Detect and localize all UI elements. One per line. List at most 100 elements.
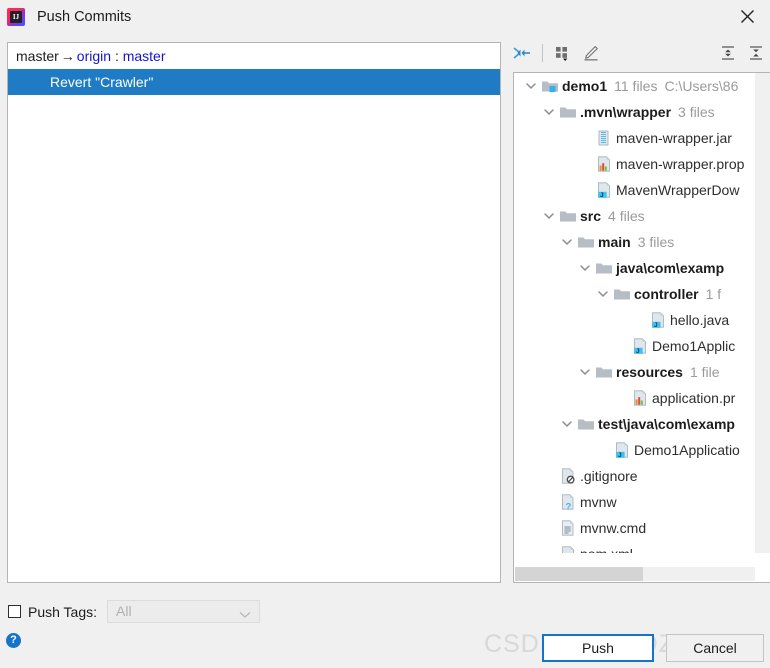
folder-icon xyxy=(594,362,614,382)
tree-node-label: .mvn\wrapper xyxy=(580,104,672,120)
svg-text:J: J xyxy=(654,322,658,329)
tree-node-label: mvnw xyxy=(580,494,617,510)
tree-node-file-count: 11 files xyxy=(614,78,658,94)
push-tags-checkbox[interactable] xyxy=(8,605,21,618)
tree-row[interactable]: J MavenWrapperDow xyxy=(514,177,770,203)
tree-vertical-scrollbar[interactable] xyxy=(755,73,770,553)
branch-separator: : xyxy=(114,48,119,64)
tree-node-label: .gitignore xyxy=(580,468,638,484)
chevron-down-icon[interactable] xyxy=(558,411,576,437)
chevron-down-icon[interactable] xyxy=(576,359,594,385)
edit-icon[interactable] xyxy=(577,40,605,66)
tree-node-label: maven-wrapper.prop xyxy=(616,156,745,172)
svg-text:?: ? xyxy=(566,501,572,511)
folder-icon xyxy=(576,232,596,252)
folder-icon xyxy=(558,102,578,122)
tree-row[interactable]: maven-wrapper.prop xyxy=(514,151,770,177)
tree-node-file-count: 1 f xyxy=(705,286,722,302)
tree-row[interactable]: main 3 files xyxy=(514,229,770,255)
text-file-icon xyxy=(558,518,578,538)
chevron-down-icon[interactable] xyxy=(594,281,612,307)
push-tags-select-value: All xyxy=(116,603,132,619)
tree-row[interactable]: mvnw.cmd xyxy=(514,515,770,541)
tree-node-label: demo1 xyxy=(562,78,608,94)
changed-files-side: demo1 11 files C:\Users\86 .mvn\wrapper 3 fi… xyxy=(508,33,770,586)
collapse-all-icon[interactable] xyxy=(742,40,770,66)
branch-header-row[interactable]: master → origin : master xyxy=(8,43,500,69)
tree-node-file-count: 4 files xyxy=(608,208,645,224)
tree-row[interactable]: demo1 11 files C:\Users\86 xyxy=(514,73,770,99)
folder-icon xyxy=(576,414,596,434)
java-file-icon: J xyxy=(594,180,614,200)
tree-row[interactable]: resources 1 file xyxy=(514,359,770,385)
cancel-button[interactable]: Cancel xyxy=(666,634,764,662)
tree-horizontal-scrollbar[interactable] xyxy=(514,565,770,582)
h-scroll-track[interactable] xyxy=(515,567,755,581)
tree-node-path: C:\Users\86 xyxy=(664,78,739,94)
tree-node-label: MavenWrapperDow xyxy=(616,182,740,198)
changed-files-tree-panel[interactable]: demo1 11 files C:\Users\86 .mvn\wrapper 3 fi… xyxy=(513,72,770,583)
java-file-icon: J xyxy=(612,440,632,460)
commit-list-panel[interactable]: master → origin : master Revert "Crawler" xyxy=(7,42,501,583)
push-button[interactable]: Push xyxy=(542,634,654,662)
tree-row[interactable]: maven-wrapper.jar xyxy=(514,125,770,151)
tree-node-label: mvnw.cmd xyxy=(580,520,647,536)
tree-row[interactable]: J Demo1Applicatio xyxy=(514,437,770,463)
toolbar-divider xyxy=(542,44,543,62)
chevron-down-icon[interactable] xyxy=(576,255,594,281)
tree-row[interactable]: application.pr xyxy=(514,385,770,411)
folder-icon xyxy=(558,206,578,226)
chevron-down-icon xyxy=(239,607,251,622)
h-scroll-thumb[interactable] xyxy=(515,567,643,581)
tree-node-label: java\com\examp xyxy=(616,260,725,276)
help-icon[interactable]: ? xyxy=(6,633,21,648)
tree-row[interactable]: <>pom.xml xyxy=(514,541,770,553)
intellij-idea-icon: IJ xyxy=(7,7,25,26)
chevron-down-icon[interactable] xyxy=(558,229,576,255)
tree-row[interactable]: ? mvnw xyxy=(514,489,770,515)
tree-row[interactable]: J Demo1Applic xyxy=(514,333,770,359)
tree-row[interactable]: java\com\examp xyxy=(514,255,770,281)
commit-list-item[interactable]: Revert "Crawler" xyxy=(8,69,500,95)
collapse-expand-icon[interactable] xyxy=(508,40,536,66)
tree-rows-container: demo1 11 files C:\Users\86 .mvn\wrapper 3 fi… xyxy=(514,73,770,553)
expand-all-icon[interactable] xyxy=(714,40,742,66)
dialog-footer: Push Tags: All ? xyxy=(0,586,770,668)
tree-node-label: Demo1Applic xyxy=(652,338,736,354)
xml-file-icon: <> xyxy=(558,544,578,553)
tree-node-file-count: 3 files xyxy=(637,234,675,250)
title-bar: IJ Push Commits xyxy=(0,0,770,33)
svg-text:J: J xyxy=(636,348,640,355)
commit-message: Revert "Crawler" xyxy=(50,74,154,90)
tree-node-file-count: 1 file xyxy=(689,364,720,380)
folder-module-icon xyxy=(540,76,560,96)
tree-row[interactable]: .gitignore xyxy=(514,463,770,489)
push-tags-select[interactable]: All xyxy=(107,600,261,623)
jar-file-icon xyxy=(594,128,614,148)
group-by-icon[interactable] xyxy=(549,40,577,66)
tree-row[interactable]: src 4 files xyxy=(514,203,770,229)
chevron-down-icon[interactable] xyxy=(540,99,558,125)
tree-row[interactable]: Jhello.java xyxy=(514,307,770,333)
dialog-content: master → origin : master Revert "Crawler" xyxy=(0,33,770,586)
files-toolbar xyxy=(508,38,770,68)
chevron-down-icon[interactable] xyxy=(540,203,558,229)
remote-name-label: origin xyxy=(76,48,112,64)
tree-row[interactable]: controller 1 f xyxy=(514,281,770,307)
tree-node-label: maven-wrapper.jar xyxy=(616,130,732,146)
tree-row[interactable]: .mvn\wrapper 3 files xyxy=(514,99,770,125)
chevron-down-icon[interactable] xyxy=(522,73,540,99)
close-icon[interactable] xyxy=(724,0,770,33)
tree-node-label: Demo1Applicatio xyxy=(634,442,740,458)
remote-branch-label: master xyxy=(122,48,166,64)
svg-text:J: J xyxy=(618,452,622,459)
tree-row[interactable]: test\java\com\examp xyxy=(514,411,770,437)
